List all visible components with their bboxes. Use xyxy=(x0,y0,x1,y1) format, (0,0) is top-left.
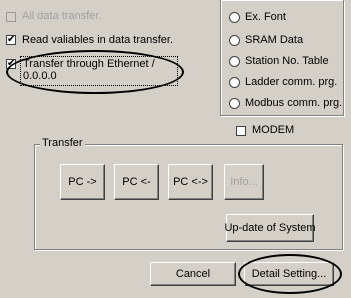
info-button[interactable]: Info... xyxy=(224,164,264,200)
radio-modbus-comm-prg-label: Modbus comm. prg. xyxy=(245,97,343,109)
transfer-ethernet-label: Transfer through Ethernet / 0.0.0.0 xyxy=(20,56,178,86)
check-mark-icon: ✔ xyxy=(7,58,16,69)
transfer-ethernet-line2: 0.0.0.0 xyxy=(23,70,57,82)
radio-station-no-table[interactable] xyxy=(229,56,240,67)
read-variables-checkbox[interactable]: ✔ xyxy=(6,35,16,45)
pc-to-button[interactable]: PC -> xyxy=(60,164,105,200)
pc-from-button[interactable]: PC <- xyxy=(114,164,159,200)
radio-sram-data-label: SRAM Data xyxy=(245,34,304,46)
radio-ladder-comm-prg-label: Ladder comm. prg. xyxy=(245,76,338,88)
radio-ex-font[interactable] xyxy=(229,12,240,23)
transfer-group-label: Transfer xyxy=(40,137,85,149)
radio-station-no-table-label: Station No. Table xyxy=(245,55,329,67)
pc-compare-button[interactable]: PC <-> xyxy=(168,164,213,200)
update-system-button[interactable]: Up-date of System xyxy=(224,214,316,242)
cancel-button[interactable]: Cancel xyxy=(150,262,236,286)
all-data-transfer-checkbox[interactable] xyxy=(6,12,16,22)
radio-ex-font-label: Ex. Font xyxy=(245,11,286,23)
radio-ladder-comm-prg[interactable] xyxy=(229,77,240,88)
modem-label: MODEM xyxy=(252,124,295,136)
read-variables-label: Read valiables in data transfer. xyxy=(22,34,174,46)
radio-modbus-comm-prg[interactable] xyxy=(229,98,240,109)
check-mark-icon: ✔ xyxy=(7,34,16,45)
detail-setting-button[interactable]: Detail Setting... xyxy=(244,262,334,286)
modem-checkbox[interactable] xyxy=(236,126,246,136)
radio-sram-data[interactable] xyxy=(229,35,240,46)
transfer-ethernet-line1: Transfer through Ethernet / xyxy=(23,58,155,70)
all-data-transfer-label: All data transfer. xyxy=(22,10,102,22)
transfer-ethernet-checkbox[interactable]: ✔ xyxy=(6,59,16,69)
